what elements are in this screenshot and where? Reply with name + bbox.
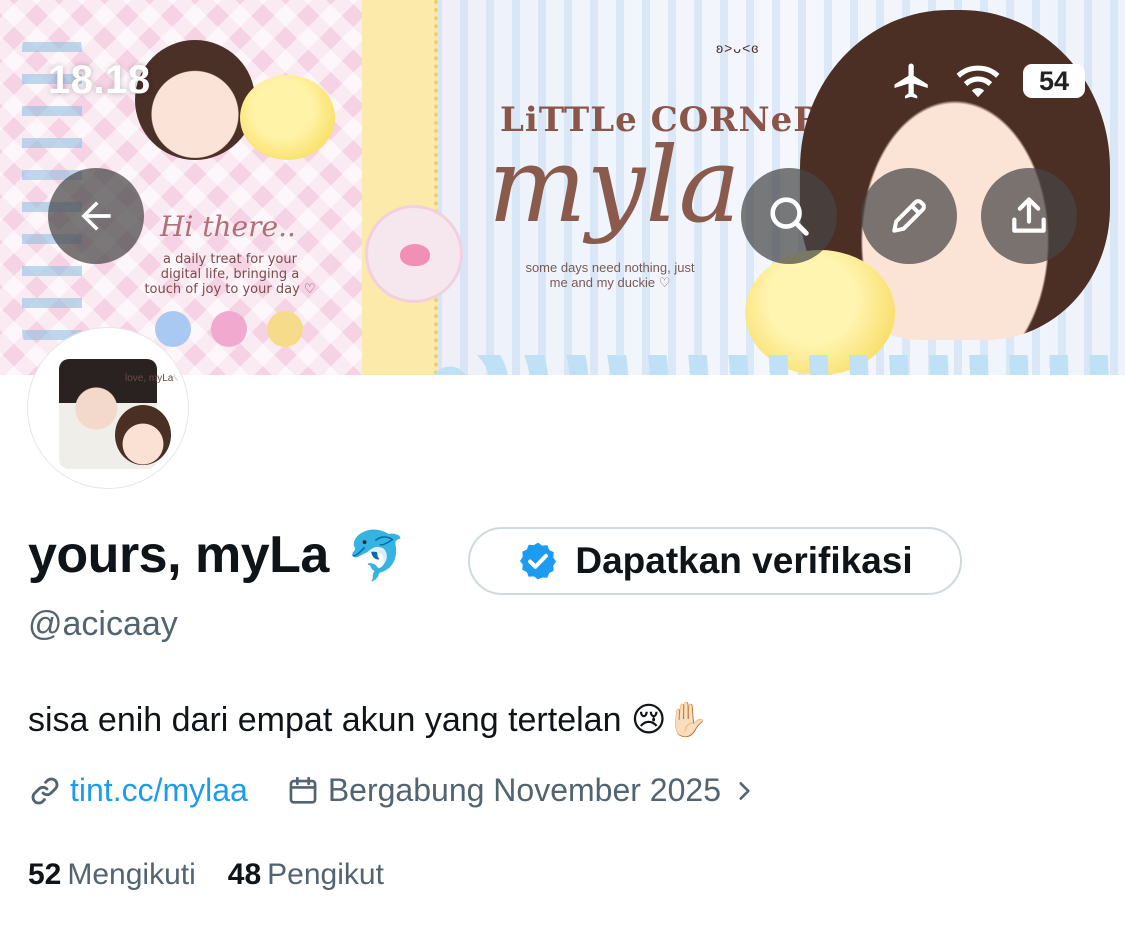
search-button[interactable]	[741, 168, 837, 264]
verified-badge-icon	[520, 542, 557, 580]
following-label: Mengikuti	[67, 858, 196, 891]
avatar-chibi	[115, 405, 171, 465]
share-icon	[1012, 197, 1046, 233]
get-verified-button[interactable]: Dapatkan verifikasi	[468, 527, 962, 595]
follow-stats: 52 Mengikuti 48 Pengikut	[28, 858, 384, 892]
profile-avatar[interactable]: love, myLa♡	[28, 328, 188, 488]
banner-clouds	[430, 355, 1125, 375]
status-time: 18.18	[48, 58, 151, 102]
wifi-icon	[956, 65, 1000, 98]
joined-date[interactable]: Bergabung November 2025	[328, 772, 721, 809]
following-stat[interactable]: 52 Mengikuti	[28, 858, 196, 892]
profile-meta: tint.cc/mylaa Bergabung November 2025	[28, 772, 757, 809]
back-arrow-icon	[81, 201, 111, 231]
banner-button-dots	[155, 311, 303, 347]
header-banner[interactable]: Hi there.. a daily treat for your digita…	[0, 0, 1125, 375]
banner-dot-pink	[211, 311, 247, 347]
link-icon	[31, 777, 59, 804]
banner-kaomoji: ʚ˃ᴗ˂ɞ	[716, 40, 760, 56]
banner-sub-note: some days need nothing, just me and my d…	[525, 260, 695, 290]
edit-button[interactable]	[861, 168, 957, 264]
banner-chibi-duck	[240, 75, 335, 160]
banner-chibi-girl	[135, 40, 255, 160]
dolphin-emoji: 🐬	[346, 529, 407, 583]
followers-count: 48	[227, 858, 262, 891]
following-count: 52	[28, 858, 62, 891]
chevron-right-icon[interactable]	[731, 776, 757, 806]
banner-tagline: a daily treat for your digital life, bri…	[144, 252, 316, 297]
banner-dot-yellow	[267, 311, 303, 347]
bio-emojis: 😢✋🏻	[630, 701, 709, 739]
calendar-icon	[289, 776, 317, 804]
avatar-label: love, myLa♡	[125, 373, 183, 384]
profile-bio: sisa enih dari empat akun yang tertelan …	[28, 700, 709, 740]
back-button[interactable]	[48, 168, 144, 264]
followers-label: Pengikut	[267, 858, 384, 891]
display-name: yours, myLa	[28, 526, 329, 584]
banner-greeting: Hi there..	[160, 210, 296, 243]
profile-link[interactable]: tint.cc/mylaa	[70, 772, 248, 809]
banner-script-name: myla	[488, 124, 741, 246]
banner-dot-blue	[155, 311, 191, 347]
followers-stat[interactable]: 48 Pengikut	[228, 858, 384, 892]
status-icons: 54	[891, 60, 1085, 102]
banner-strip	[362, 0, 438, 375]
airplane-icon	[894, 63, 928, 99]
pencil-icon	[892, 199, 926, 233]
search-icon	[770, 197, 809, 236]
bio-text: sisa enih dari empat akun yang tertelan	[28, 701, 622, 739]
name-row: yours, myLa 🐬	[28, 525, 407, 585]
battery-indicator: 54	[1023, 64, 1085, 98]
profile-handle: @acicaay	[28, 605, 178, 643]
paw-sticker-icon	[365, 205, 463, 303]
get-verified-label: Dapatkan verifikasi	[575, 540, 913, 581]
share-button[interactable]	[981, 168, 1077, 264]
